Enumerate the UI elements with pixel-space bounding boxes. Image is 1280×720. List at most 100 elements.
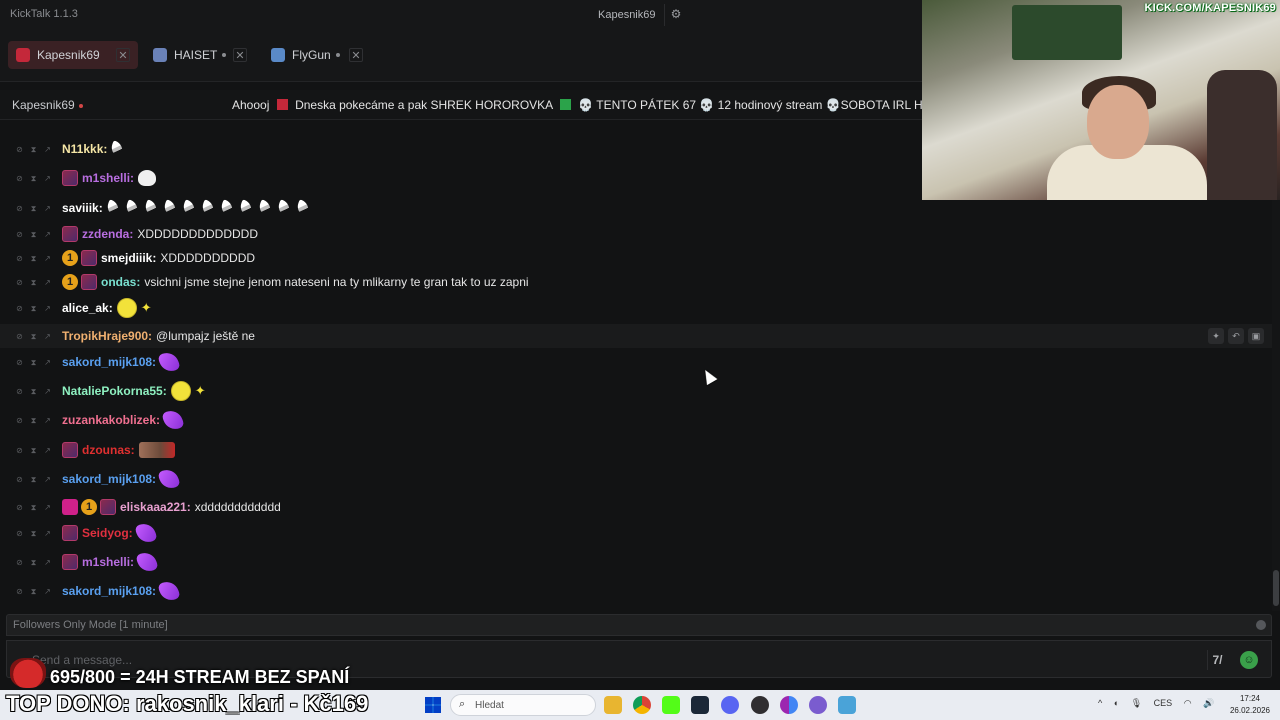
chrome-icon[interactable] bbox=[633, 696, 651, 714]
reply-icon[interactable]: ↗ bbox=[43, 475, 52, 484]
ban-icon[interactable]: ⊘ bbox=[15, 475, 24, 484]
reply-icon[interactable]: ↗ bbox=[43, 145, 52, 154]
scroll-thumb[interactable] bbox=[1273, 570, 1279, 606]
reply-icon[interactable]: ↶ bbox=[1228, 328, 1244, 344]
timeout-icon[interactable]: ⧗ bbox=[29, 145, 38, 154]
timeout-icon[interactable]: ⧗ bbox=[29, 204, 38, 213]
reply-icon[interactable]: ↗ bbox=[43, 304, 52, 313]
username[interactable]: sakord_mijk108: bbox=[62, 355, 156, 369]
kicktalk-emotes-button[interactable]: 7/ bbox=[1207, 650, 1227, 670]
chat-message[interactable]: ⊘ ⧗ ↗ m1shelli: bbox=[0, 549, 1272, 575]
taskbar-search[interactable]: ⌕ Hledat bbox=[450, 694, 596, 716]
info-icon[interactable] bbox=[1256, 620, 1266, 630]
username[interactable]: N11kkk: bbox=[62, 142, 107, 156]
ban-icon[interactable]: ⊘ bbox=[15, 446, 24, 455]
emoji-picker-icon[interactable]: ☺ bbox=[1240, 651, 1258, 669]
ban-icon[interactable]: ⊘ bbox=[15, 174, 24, 183]
reply-icon[interactable]: ↗ bbox=[43, 587, 52, 596]
username[interactable]: TropikHraje900: bbox=[62, 329, 152, 343]
reply-icon[interactable]: ↗ bbox=[43, 174, 52, 183]
steam-icon[interactable] bbox=[691, 696, 709, 714]
microphone-icon[interactable]: 🎙 bbox=[1131, 698, 1142, 708]
timeout-icon[interactable]: ⧗ bbox=[29, 358, 38, 367]
wifi-icon[interactable]: ◠ bbox=[1184, 698, 1192, 708]
ban-icon[interactable]: ⊘ bbox=[15, 587, 24, 596]
ban-icon[interactable]: ⊘ bbox=[15, 304, 24, 313]
chat-message[interactable]: ⊘ ⧗ ↗ 1 eliskaaa221: xdddddddddddd bbox=[0, 495, 1272, 519]
username[interactable]: ondas: bbox=[101, 275, 140, 289]
username[interactable]: sakord_mijk108: bbox=[62, 472, 156, 486]
app-icon[interactable] bbox=[809, 696, 827, 714]
username[interactable]: alice_ak: bbox=[62, 301, 113, 315]
reply-icon[interactable]: ↗ bbox=[43, 503, 52, 512]
reply-icon[interactable]: ↗ bbox=[43, 416, 52, 425]
copy-icon[interactable]: ▣ bbox=[1248, 328, 1264, 344]
timeout-icon[interactable]: ⧗ bbox=[29, 529, 38, 538]
reply-icon[interactable]: ↗ bbox=[43, 387, 52, 396]
chat-message[interactable]: ⊘ ⧗ ↗ sakord_mijk108: bbox=[0, 578, 1272, 604]
reply-icon[interactable]: ↗ bbox=[43, 558, 52, 567]
reply-icon[interactable]: ↗ bbox=[43, 230, 52, 239]
timeout-icon[interactable]: ⧗ bbox=[29, 503, 38, 512]
username[interactable]: sakord_mijk108: bbox=[62, 584, 156, 598]
timeout-icon[interactable]: ⧗ bbox=[29, 254, 38, 263]
chat-message[interactable]: ⊘ ⧗ ↗ NataliePokorna55: ✦ bbox=[0, 379, 1272, 403]
chat-message[interactable]: ⊘ ⧗ ↗ zuzankakoblizek: bbox=[0, 407, 1272, 433]
reply-icon[interactable]: ↗ bbox=[43, 358, 52, 367]
windows-start-icon[interactable] bbox=[425, 697, 441, 713]
username[interactable]: smejdiiik: bbox=[101, 251, 156, 265]
chat-message[interactable]: ⊘ ⧗ ↗ sakord_mijk108: bbox=[0, 349, 1272, 375]
username[interactable]: m1shelli: bbox=[82, 555, 134, 569]
timeout-icon[interactable]: ⧗ bbox=[29, 558, 38, 567]
network-icon[interactable]: ◐ bbox=[1114, 698, 1119, 708]
timeout-icon[interactable]: ⧗ bbox=[29, 174, 38, 183]
timeout-icon[interactable]: ⧗ bbox=[29, 475, 38, 484]
app-icon[interactable] bbox=[838, 696, 856, 714]
username[interactable]: Seidyog: bbox=[82, 526, 133, 540]
chevron-up-icon[interactable]: ^ bbox=[1098, 698, 1102, 708]
reply-icon[interactable]: ↗ bbox=[43, 278, 52, 287]
reply-icon[interactable]: ↗ bbox=[43, 254, 52, 263]
ban-icon[interactable]: ⊘ bbox=[15, 278, 24, 287]
ban-icon[interactable]: ⊘ bbox=[15, 558, 24, 567]
timeout-icon[interactable]: ⧗ bbox=[29, 387, 38, 396]
current-user-button[interactable]: Kapesnik69 bbox=[590, 4, 665, 26]
timeout-icon[interactable]: ⧗ bbox=[29, 278, 38, 287]
ban-icon[interactable]: ⊘ bbox=[15, 230, 24, 239]
chat-message[interactable]: ⊘ ⧗ ↗ Seidyog: bbox=[0, 520, 1272, 546]
clock[interactable]: 17:24 26.02.2026 bbox=[1228, 693, 1272, 717]
reply-icon[interactable]: ↗ bbox=[43, 529, 52, 538]
kick-icon[interactable] bbox=[662, 696, 680, 714]
chat-message[interactable]: ⊘ ⧗ ↗ zzdenda: XDDDDDDDDDDDDD bbox=[0, 222, 1272, 246]
chat-message[interactable]: ⊘ ⧗ ↗ TropikHraje900: @lumpajz ještě ne ✦ ↶ ▣ bbox=[0, 324, 1272, 348]
timeout-icon[interactable]: ⧗ bbox=[29, 304, 38, 313]
reply-icon[interactable]: ↗ bbox=[43, 446, 52, 455]
ban-icon[interactable]: ⊘ bbox=[15, 358, 24, 367]
ban-icon[interactable]: ⊘ bbox=[15, 254, 24, 263]
timeout-icon[interactable]: ⧗ bbox=[29, 416, 38, 425]
ban-icon[interactable]: ⊘ bbox=[15, 332, 24, 341]
chat-message[interactable]: ⊘ ⧗ ↗ 1 smejdiiik: XDDDDDDDDDD bbox=[0, 246, 1272, 270]
username[interactable]: eliskaaa221: bbox=[120, 500, 191, 514]
username[interactable]: saviiik: bbox=[62, 201, 103, 215]
close-tab-icon[interactable]: ✕ bbox=[233, 48, 247, 62]
reply-icon[interactable]: ↗ bbox=[43, 332, 52, 341]
tab-flygun[interactable]: FlyGun ✕ bbox=[263, 41, 371, 69]
chat-message[interactable]: ⊘ ⧗ ↗ dzounas: bbox=[0, 438, 1272, 462]
username[interactable]: zuzankakoblizek: bbox=[62, 413, 160, 427]
username[interactable]: dzounas: bbox=[82, 443, 135, 457]
file-explorer-icon[interactable] bbox=[604, 696, 622, 714]
close-tab-icon[interactable]: ✕ bbox=[116, 48, 130, 62]
language-indicator[interactable]: CES bbox=[1154, 698, 1173, 708]
timeout-icon[interactable]: ⧗ bbox=[29, 446, 38, 455]
ban-icon[interactable]: ⊘ bbox=[15, 145, 24, 154]
volume-icon[interactable]: 🔊 bbox=[1203, 698, 1214, 708]
chat-message[interactable]: ⊘ ⧗ ↗ 1 ondas: vsichni jsme stejne jenom nate… bbox=[0, 270, 1272, 294]
ban-icon[interactable]: ⊘ bbox=[15, 529, 24, 538]
reply-icon[interactable]: ↗ bbox=[43, 204, 52, 213]
discord-icon[interactable] bbox=[721, 696, 739, 714]
chat-message[interactable]: ⊘ ⧗ ↗ alice_ak: ✦ bbox=[0, 296, 1272, 320]
ban-icon[interactable]: ⊘ bbox=[15, 503, 24, 512]
timeout-icon[interactable]: ⧗ bbox=[29, 587, 38, 596]
tab-kapesnik69[interactable]: Kapesnik69 ✕ bbox=[8, 41, 138, 69]
